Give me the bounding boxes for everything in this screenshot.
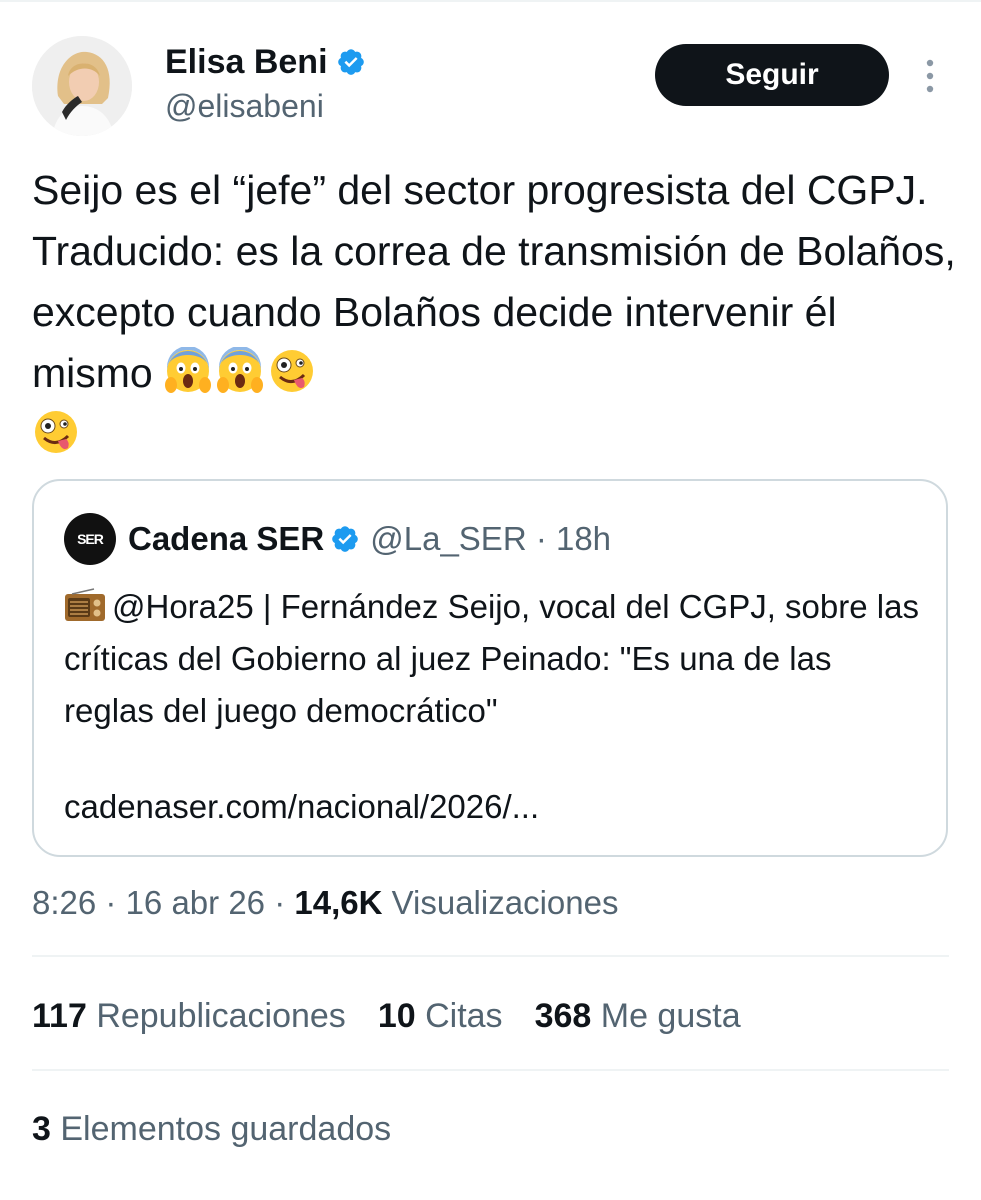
views-count: 14,6K <box>294 884 383 921</box>
quoted-author-name[interactable]: Cadena SER <box>128 519 324 559</box>
zany-face-emoji-icon <box>271 350 314 392</box>
quotes-count: 10 <box>377 997 416 1035</box>
quoted-tweet-card[interactable]: SER Cadena SER @La_SER · 18h @Hora25 | F… <box>32 479 948 857</box>
meta-separator: · <box>105 884 126 921</box>
reposts-count: 117 <box>32 997 87 1035</box>
follow-button[interactable]: Seguir <box>655 44 889 106</box>
bookmarks-label: Elementos guardados <box>60 1110 392 1148</box>
likes-stat[interactable]: 368 Me gusta <box>535 995 741 1037</box>
zany-face-emoji-icon <box>35 411 77 453</box>
verified-badge-icon <box>337 49 364 75</box>
quotes-stat[interactable]: 10 Citas <box>378 995 503 1037</box>
tweet-text: Seijo es el “jefe” del sector progresist… <box>32 160 962 465</box>
top-divider <box>0 0 981 2</box>
tweet-meta: 8:26 · 16 abr 26 · 14,6K Visualizaciones <box>32 882 618 924</box>
views-label: Visualizaciones <box>391 884 619 921</box>
bookmarks-stat[interactable]: 3 Elementos guardados <box>32 1108 391 1150</box>
emoji-group <box>164 347 316 395</box>
likes-label: Me gusta <box>600 997 741 1035</box>
quoted-body: @Hora25 | Fernández Seijo, vocal del CGP… <box>64 588 919 729</box>
author-name[interactable]: Elisa Beni <box>165 42 328 82</box>
quoted-tweet-text: @Hora25 | Fernández Seijo, vocal del CGP… <box>64 581 924 737</box>
quoted-link[interactable]: cadenaser.com/nacional/2026/... <box>64 787 539 827</box>
engagement-stats: 117 Republicaciones 10 Citas 368 Me gust… <box>32 995 741 1037</box>
cadena-ser-logo[interactable]: SER <box>64 513 116 565</box>
quotes-label: Citas <box>425 997 503 1035</box>
divider <box>32 955 949 957</box>
radio-icon <box>65 588 105 621</box>
likes-count: 368 <box>534 997 592 1035</box>
author-avatar[interactable] <box>32 36 132 136</box>
screaming-face-emoji-icon <box>165 347 212 393</box>
tweet-date[interactable]: 16 abr 26 <box>126 884 265 921</box>
meta-separator: · <box>274 884 295 921</box>
reposts-stat[interactable]: 117 Republicaciones <box>32 995 346 1037</box>
reposts-label: Republicaciones <box>96 997 346 1035</box>
divider <box>32 1069 949 1071</box>
tweet-time[interactable]: 8:26 <box>32 884 96 921</box>
author-name-row[interactable]: Elisa Beni <box>165 42 366 82</box>
quoted-tweet-header: SER Cadena SER @La_SER · 18h <box>64 513 611 565</box>
quoted-handle-time: @La_SER · 18h <box>370 520 612 557</box>
verified-badge-icon <box>332 526 359 552</box>
bookmarks-count: 3 <box>32 1110 51 1148</box>
screaming-face-emoji-icon <box>217 347 264 393</box>
more-options-icon[interactable] <box>916 56 944 96</box>
author-handle[interactable]: @elisabeni <box>165 86 324 126</box>
